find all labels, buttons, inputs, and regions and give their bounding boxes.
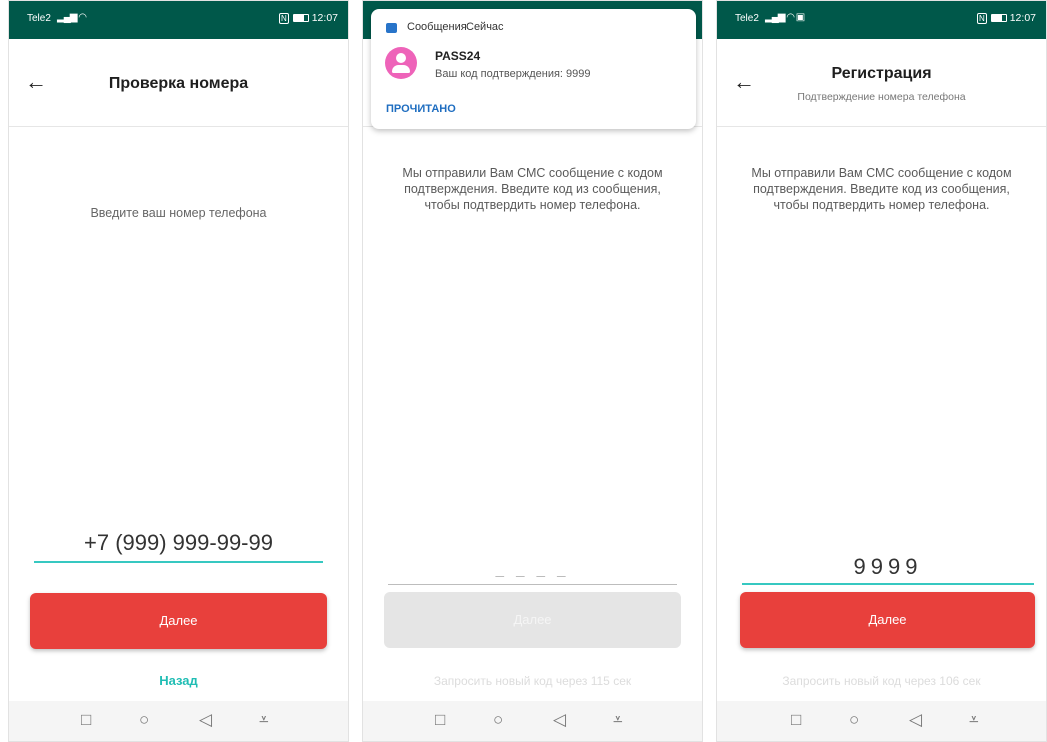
messages-app-icon	[386, 23, 397, 33]
system-nav-bar: □ ○ ◁ ⩡	[9, 701, 348, 741]
next-button[interactable]: Далее	[30, 593, 327, 649]
status-right: N 12:07	[278, 12, 338, 24]
status-bar: Tele2 ▂▄▆ ◠ ▣ N 12:07	[717, 1, 1046, 39]
app-bar: ← Регистрация Подтверждение номера телеф…	[717, 39, 1046, 127]
sms-hint: Мы отправили Вам СМС сообщение с кодом п…	[402, 166, 663, 212]
notification-body: Ваш код подтверждения: 9999	[435, 68, 591, 80]
code-input[interactable]: _ _ _ _	[388, 561, 677, 585]
battery-icon	[292, 14, 309, 23]
signal-wifi-icon: ▂▄▆ ◠ ▣	[765, 12, 805, 23]
status-bar: Tele2 ▂▄▆ ◠ N 12:07	[9, 1, 348, 39]
back-link[interactable]: Назад	[9, 673, 348, 688]
notification-pull-icon[interactable]: ⩡	[969, 711, 979, 728]
signal-wifi-icon: ▂▄▆ ◠	[57, 12, 87, 23]
notification-pull-icon[interactable]: ⩡	[259, 711, 269, 728]
carrier-label: Tele2	[735, 13, 759, 24]
system-nav-bar: □ ○ ◁ ⩡	[363, 701, 702, 741]
battery-icon	[990, 14, 1007, 23]
sms-notification-screen: Сообщения Сейчас PASS24 Ваш код подтверж…	[362, 0, 703, 742]
notification-time: Сейчас	[466, 21, 504, 33]
sender-avatar-icon	[385, 47, 417, 79]
app-bar: ← Проверка номера	[9, 39, 348, 127]
system-nav-bar: □ ○ ◁ ⩡	[717, 701, 1046, 741]
next-button-disabled[interactable]: Далее	[384, 592, 681, 648]
recent-apps-icon[interactable]: □	[791, 711, 801, 728]
notification-app-name: Сообщения	[407, 21, 467, 33]
clock: 12:07	[311, 12, 338, 24]
phone-check-screen: Tele2 ▂▄▆ ◠ N 12:07 ← Проверка номера Вве…	[8, 0, 349, 742]
notification-sender: PASS24	[435, 49, 481, 63]
clock: 12:07	[1009, 12, 1036, 24]
back-nav-icon[interactable]: ◁	[909, 711, 922, 728]
registration-screen: Tele2 ▂▄▆ ◠ ▣ N 12:07 ← Регистрация Подтв…	[716, 0, 1047, 742]
next-button[interactable]: Далее	[740, 592, 1035, 648]
status-right: N 12:07	[976, 12, 1036, 24]
carrier-label: Tele2	[27, 13, 51, 24]
page-subtitle: Подтверждение номера телефона	[797, 91, 966, 103]
recent-apps-icon[interactable]: □	[81, 711, 91, 728]
nfc-icon: N	[976, 13, 987, 24]
sms-hint: Мы отправили Вам СМС сообщение с кодом п…	[751, 166, 1012, 212]
resend-timer: Запросить новый код через 106 сек	[782, 674, 981, 688]
phone-hint: Введите ваш номер телефона	[90, 206, 267, 220]
page-title: Проверка номера	[108, 75, 249, 92]
back-nav-icon[interactable]: ◁	[553, 711, 566, 728]
home-icon[interactable]: ○	[493, 711, 503, 728]
home-icon[interactable]: ○	[849, 711, 859, 728]
back-nav-icon[interactable]: ◁	[199, 711, 212, 728]
home-icon[interactable]: ○	[139, 711, 149, 728]
resend-timer: Запросить новый код через 115 сек	[433, 674, 632, 688]
sms-notification[interactable]: Сообщения Сейчас PASS24 Ваш код подтверж…	[371, 9, 696, 129]
nfc-icon: N	[278, 13, 289, 24]
phone-input[interactable]: +7 (999) 999-99-99	[34, 527, 323, 563]
notification-pull-icon[interactable]: ⩡	[613, 711, 623, 728]
mark-read-button[interactable]: ПРОЧИТАНО	[386, 103, 456, 115]
code-input[interactable]: 9999	[742, 551, 1034, 585]
page-title: Регистрация	[831, 65, 932, 82]
recent-apps-icon[interactable]: □	[435, 711, 445, 728]
